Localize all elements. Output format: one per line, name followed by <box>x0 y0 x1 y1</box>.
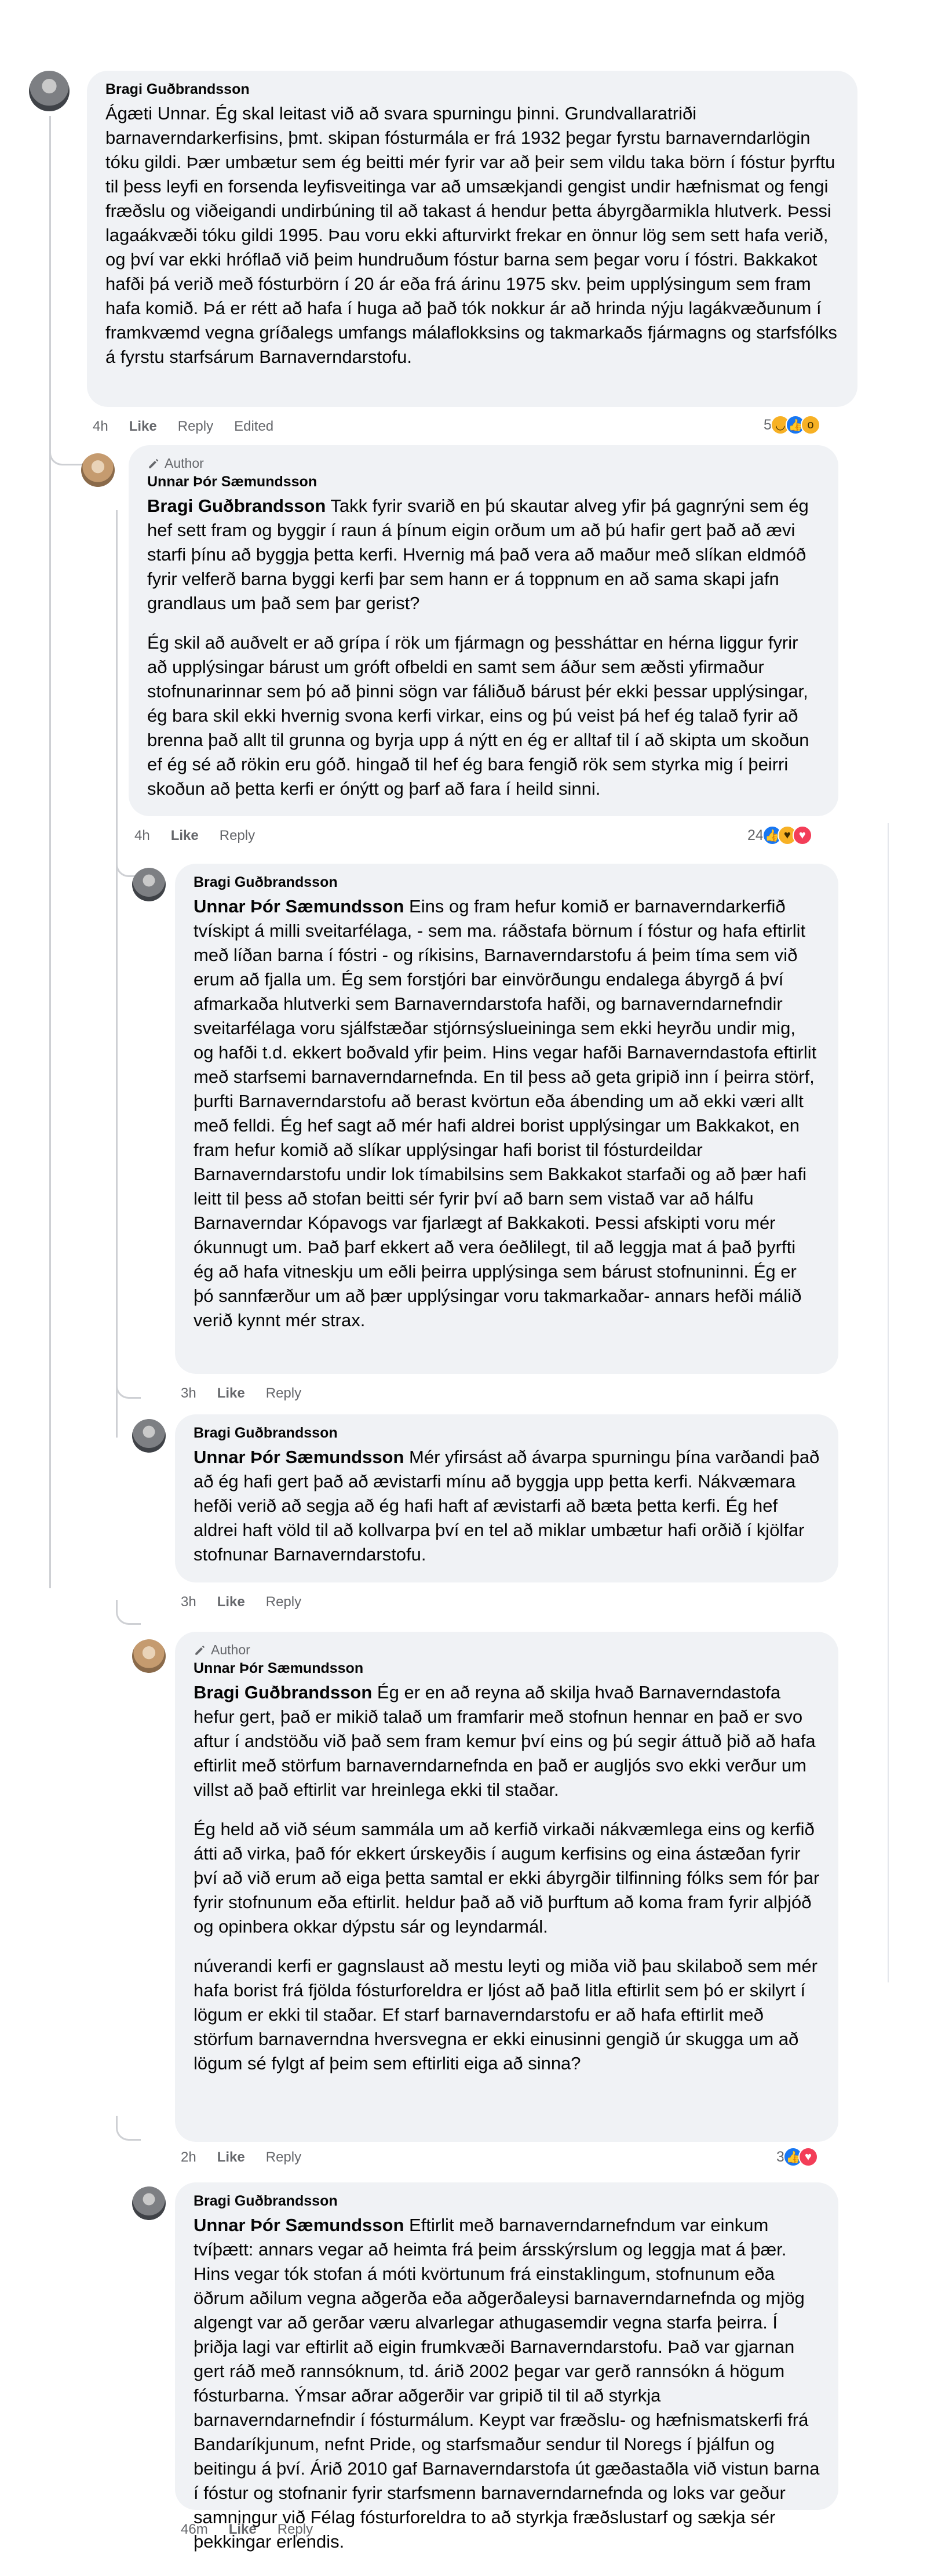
comment-time[interactable]: 4h <box>93 419 108 435</box>
like-button[interactable]: Like <box>229 2522 257 2538</box>
comment-bubble: Author Unnar Þór Sæmundsson Bragi Guðbra… <box>129 445 838 816</box>
reply-button[interactable]: Reply <box>266 1385 301 1402</box>
like-button[interactable]: Like <box>217 2149 245 2166</box>
comment-bubble: Author Unnar Þór Sæmundsson Bragi Guðbra… <box>175 1632 838 2142</box>
mention-link[interactable]: Bragi Guðbrandsson <box>194 1682 372 1702</box>
comment-text: Ég skil að auðvelt er að grípa í rök um … <box>147 632 809 799</box>
comment-actions: 4h Like Reply Edited <box>93 419 273 435</box>
comment-time[interactable]: 46m <box>181 2522 208 2538</box>
comment-text: Unnar Þór Sæmundsson Mér yfirsást að áva… <box>194 1445 820 1567</box>
avatar[interactable] <box>132 868 166 901</box>
comment-bubble: Bragi Guðbrandsson Unnar Þór Sæmundsson … <box>175 864 838 1374</box>
comment-text: Bragi Guðbrandsson Takk fyrir svarið en … <box>147 494 820 616</box>
reply-button[interactable]: Reply <box>178 419 213 435</box>
comment-text: núverandi kerfi er gagnslaust að mestu l… <box>194 1956 817 2073</box>
reply-button[interactable]: Reply <box>220 828 255 844</box>
avatar[interactable] <box>132 1419 166 1453</box>
mention-link[interactable]: Unnar Þór Sæmundsson <box>194 1447 404 1467</box>
comment-text: Bragi Guðbrandsson Ég er en að reyna að … <box>194 1680 820 1802</box>
reaction-count: 24 <box>747 827 764 843</box>
reply-button[interactable]: Reply <box>266 1594 301 1610</box>
comment-author[interactable]: Bragi Guðbrandsson <box>105 81 839 98</box>
like-button[interactable]: Like <box>217 1385 245 1402</box>
comment-actions: 4h Like Reply <box>134 828 255 844</box>
author-badge: Author <box>147 456 820 471</box>
like-button[interactable]: Like <box>217 1594 245 1610</box>
comment-time[interactable]: 3h <box>181 1385 196 1402</box>
comment-actions: 3h Like Reply <box>181 1385 301 1402</box>
thread-connector-3 <box>116 1374 141 1399</box>
like-button[interactable]: Like <box>129 419 157 435</box>
comment-author[interactable]: Bragi Guðbrandsson <box>194 1425 820 1442</box>
comment-text: Unnar Þór Sæmundsson Eftirlit með barnav… <box>194 2213 820 2554</box>
thread-connector-4 <box>116 1600 141 1625</box>
thread-connector-5 <box>116 2116 141 2141</box>
avatar[interactable] <box>132 1639 166 1673</box>
comment-text-body: Eins og fram hefur komið er barnaverndar… <box>194 896 817 1330</box>
comment-time[interactable]: 2h <box>181 2149 196 2166</box>
comment-text: Ég held að við séum sammála um að kerfið… <box>194 1819 820 1937</box>
comment-text-body: Eftirlit með barnaverndarnefndum var ein… <box>194 2215 820 2552</box>
love-reaction-icon: ♥ <box>792 825 812 845</box>
author-badge: Author <box>194 1642 820 1658</box>
reaction-summary[interactable]: 24 👍 ♥ ♥ <box>747 825 812 845</box>
avatar[interactable] <box>29 71 70 111</box>
thread-line-root <box>49 116 51 1588</box>
reply-button[interactable]: Reply <box>278 2522 313 2538</box>
comment-text: Ágæti Unnar. Ég skal leitast við að svar… <box>105 103 837 367</box>
mention-link[interactable]: Unnar Þór Sæmundsson <box>194 2215 404 2235</box>
edited-label[interactable]: Edited <box>234 419 273 435</box>
reaction-summary[interactable]: 5 ◡ 👍 o <box>764 415 820 435</box>
avatar[interactable] <box>132 2186 166 2220</box>
wow-reaction-icon: o <box>800 415 820 435</box>
comment-actions: 46m Like Reply <box>181 2522 313 2538</box>
comment-actions: 2h Like Reply <box>181 2149 301 2166</box>
comment-text: Unnar Þór Sæmundsson Eins og fram hefur … <box>194 894 820 1333</box>
thread-line-sub <box>116 510 118 1438</box>
comment-author[interactable]: Bragi Guðbrandsson <box>194 874 820 891</box>
pencil-icon <box>195 1645 205 1655</box>
love-reaction-icon: ♥ <box>798 2147 818 2167</box>
mention-link[interactable]: Bragi Guðbrandsson <box>147 496 326 516</box>
comment-bubble: Bragi Guðbrandsson Ágæti Unnar. Ég skal … <box>87 71 857 407</box>
comment-time[interactable]: 4h <box>134 828 150 844</box>
pencil-icon <box>149 459 159 468</box>
comment-author[interactable]: Bragi Guðbrandsson <box>194 2193 820 2210</box>
comment-bubble: Bragi Guðbrandsson Unnar Þór Sæmundsson … <box>175 2182 838 2552</box>
comment-author[interactable]: Unnar Þór Sæmundsson <box>194 1660 820 1677</box>
author-badge-label: Author <box>165 456 204 471</box>
comment-thread: Bragi Guðbrandsson Ágæti Unnar. Ég skal … <box>0 0 927 2576</box>
like-button[interactable]: Like <box>171 828 199 844</box>
reply-button[interactable]: Reply <box>266 2149 301 2166</box>
comment-time[interactable]: 3h <box>181 1594 196 1610</box>
comment-author[interactable]: Unnar Þór Sæmundsson <box>147 474 820 490</box>
reaction-summary[interactable]: 3 👍 ♥ <box>776 2147 818 2167</box>
comment-bubble: Bragi Guðbrandsson Unnar Þór Sæmundsson … <box>175 1414 838 1582</box>
comment-actions: 3h Like Reply <box>181 1594 301 1610</box>
avatar[interactable] <box>81 453 115 487</box>
author-badge-label: Author <box>211 1642 250 1657</box>
mention-link[interactable]: Unnar Þór Sæmundsson <box>194 896 404 916</box>
scroll-divider <box>888 823 889 1982</box>
